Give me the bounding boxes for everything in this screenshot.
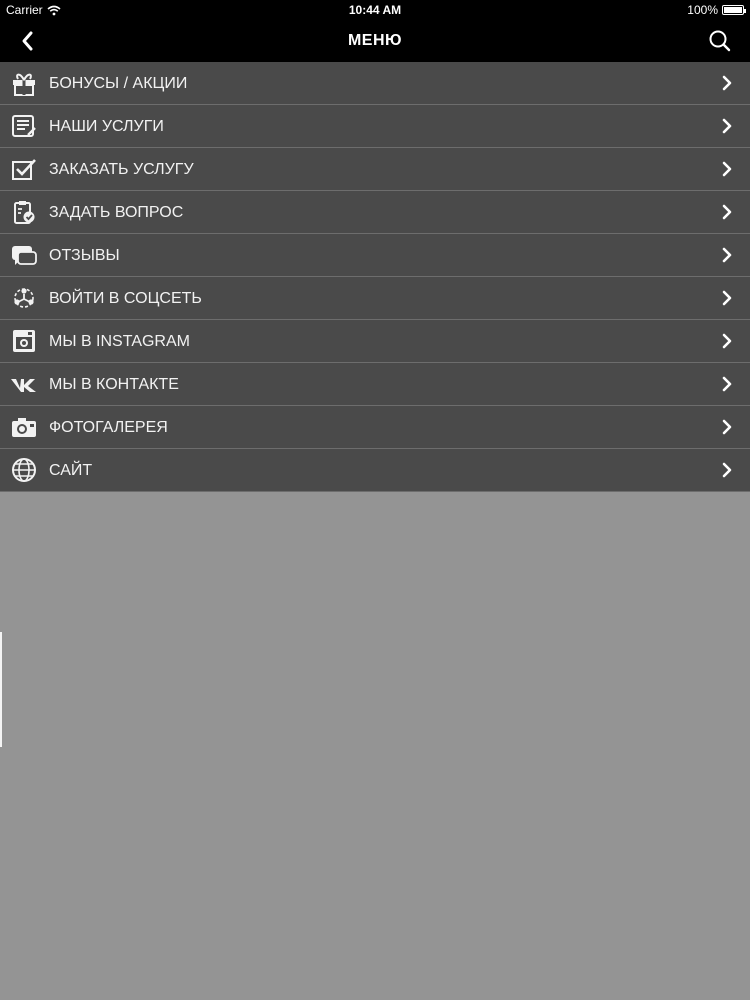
chevron-right-icon bbox=[720, 375, 734, 393]
menu-item-ask-question[interactable]: ЗАДАТЬ ВОПРОС bbox=[0, 191, 750, 234]
chevron-right-icon bbox=[720, 246, 734, 264]
clipboard-check-icon bbox=[10, 199, 38, 225]
chevron-right-icon bbox=[720, 160, 734, 178]
menu-item-website[interactable]: САЙТ bbox=[0, 449, 750, 492]
menu-item-label: НАШИ УСЛУГИ bbox=[49, 118, 164, 135]
camera-icon bbox=[10, 414, 38, 440]
chevron-right-icon bbox=[720, 203, 734, 221]
page-title: МЕНЮ bbox=[347, 32, 403, 49]
search-button[interactable] bbox=[706, 28, 734, 54]
menu-item-bonuses[interactable]: БОНУСЫ / АКЦИИ bbox=[0, 62, 750, 105]
menu-item-order-service[interactable]: ЗАКАЗАТЬ УСЛУГУ bbox=[0, 148, 750, 191]
chat-bubbles-icon bbox=[10, 242, 38, 268]
gift-icon bbox=[10, 70, 38, 96]
chevron-right-icon bbox=[720, 74, 734, 92]
status-bar: Carrier 10:44 AM 100% bbox=[0, 0, 750, 20]
social-network-icon bbox=[10, 285, 38, 311]
service-list-icon bbox=[10, 113, 38, 139]
battery-percent: 100% bbox=[687, 3, 718, 17]
edge-divider bbox=[0, 632, 2, 747]
menu-item-instagram[interactable]: МЫ В INSTAGRAM bbox=[0, 320, 750, 363]
globe-icon bbox=[10, 457, 38, 483]
chevron-right-icon bbox=[720, 289, 734, 307]
menu-item-reviews[interactable]: ОТЗЫВЫ bbox=[0, 234, 750, 277]
chevron-right-icon bbox=[720, 117, 734, 135]
menu-item-label: ФОТОГАЛЕРЕЯ bbox=[49, 419, 168, 436]
chevron-right-icon bbox=[720, 332, 734, 350]
battery-icon bbox=[722, 5, 746, 15]
menu-item-label: САЙТ bbox=[49, 462, 93, 479]
battery-group: 100% bbox=[687, 3, 746, 17]
menu-item-vkontakte[interactable]: МЫ В КОНТАКТЕ bbox=[0, 363, 750, 406]
menu-item-label: БОНУСЫ / АКЦИИ bbox=[49, 75, 188, 92]
menu-item-social-login[interactable]: ВОЙТИ В СОЦСЕТЬ bbox=[0, 277, 750, 320]
status-time: 10:44 AM bbox=[348, 3, 402, 17]
menu-item-label: ВОЙТИ В СОЦСЕТЬ bbox=[49, 290, 202, 307]
instagram-icon bbox=[10, 328, 38, 354]
menu-item-label: ОТЗЫВЫ bbox=[49, 247, 120, 264]
menu-item-label: ЗАДАТЬ ВОПРОС bbox=[49, 204, 184, 221]
menu-item-label: ЗАКАЗАТЬ УСЛУГУ bbox=[49, 161, 194, 178]
chevron-right-icon bbox=[720, 461, 734, 479]
menu-item-label: МЫ В INSTAGRAM bbox=[49, 333, 190, 350]
menu-item-photo-gallery[interactable]: ФОТОГАЛЕРЕЯ bbox=[0, 406, 750, 449]
menu-item-label: МЫ В КОНТАКТЕ bbox=[49, 376, 179, 393]
vk-icon bbox=[10, 371, 38, 397]
chevron-right-icon bbox=[720, 418, 734, 436]
checkbox-icon bbox=[10, 156, 38, 182]
search-icon bbox=[706, 28, 734, 54]
menu-item-services[interactable]: НАШИ УСЛУГИ bbox=[0, 105, 750, 148]
navigation-bar: МЕНЮ bbox=[0, 20, 750, 62]
menu-list: БОНУСЫ / АКЦИИ НАШИ УСЛУГИ ЗАКАЗАТЬ УСЛУ… bbox=[0, 62, 750, 492]
